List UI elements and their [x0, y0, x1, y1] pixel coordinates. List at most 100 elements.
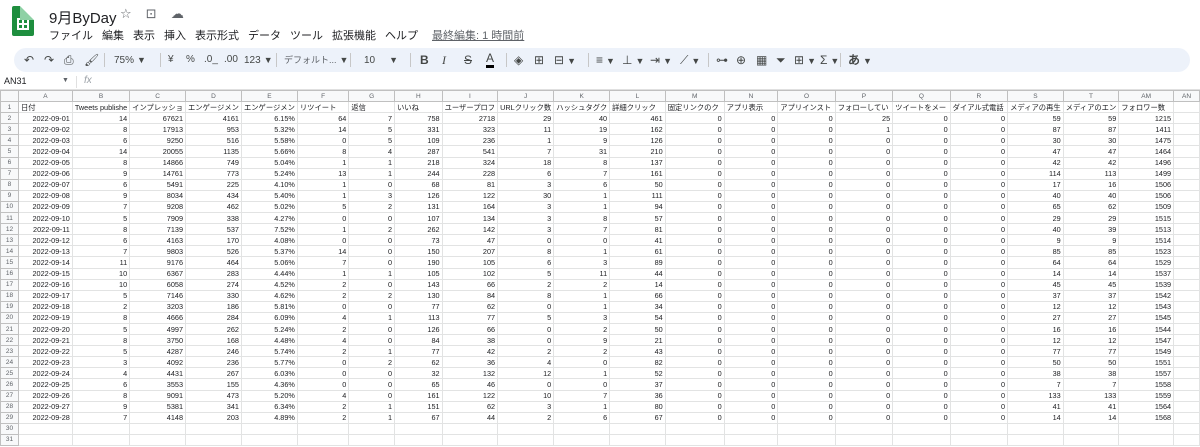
- table-cell[interactable]: 0: [834, 234, 894, 247]
- table-cell[interactable]: 0: [949, 200, 1009, 214]
- table-cell[interactable]: 0: [949, 278, 1009, 291]
- table-cell[interactable]: 0: [949, 189, 1009, 202]
- column-header-M[interactable]: M: [664, 90, 725, 103]
- table-cell[interactable]: 9091: [129, 389, 187, 402]
- italic-button[interactable]: I: [442, 52, 446, 68]
- table-cell[interactable]: 0: [892, 234, 951, 247]
- table-cell[interactable]: [1173, 289, 1200, 302]
- table-cell[interactable]: [1062, 422, 1120, 435]
- table-cell[interactable]: 228: [441, 167, 499, 180]
- table-cell[interactable]: 4.62%: [240, 289, 298, 302]
- table-cell[interactable]: 25: [834, 112, 894, 125]
- table-cell[interactable]: 65: [394, 378, 443, 391]
- table-cell[interactable]: 0: [834, 189, 894, 202]
- row-header[interactable]: 18: [0, 289, 19, 302]
- table-cell[interactable]: 3750: [129, 334, 187, 347]
- row-header[interactable]: 26: [0, 378, 19, 391]
- header-cell[interactable]: リツイート: [296, 101, 350, 114]
- table-cell[interactable]: 0: [777, 334, 836, 347]
- table-cell[interactable]: [1118, 433, 1175, 447]
- table-cell[interactable]: 4431: [129, 367, 187, 380]
- table-cell[interactable]: 1: [296, 189, 350, 202]
- column-header-L[interactable]: L: [609, 90, 666, 103]
- table-cell[interactable]: 541: [441, 145, 499, 158]
- table-cell[interactable]: 9803: [129, 245, 187, 258]
- insert-link-icon[interactable]: ⊶: [716, 52, 728, 68]
- table-cell[interactable]: [1173, 145, 1200, 158]
- header-cell[interactable]: 返信: [348, 101, 395, 114]
- table-cell[interactable]: 0: [664, 223, 725, 236]
- table-cell[interactable]: 36: [441, 356, 499, 369]
- table-cell[interactable]: 5.06%: [240, 256, 298, 269]
- column-header-C[interactable]: C: [129, 90, 187, 103]
- table-cell[interactable]: 2022-09-27: [17, 400, 73, 413]
- table-cell[interactable]: 29: [497, 112, 555, 125]
- table-cell[interactable]: 464: [185, 256, 242, 269]
- table-cell[interactable]: 14761: [129, 167, 187, 180]
- table-cell[interactable]: 109: [394, 134, 443, 147]
- table-cell[interactable]: 1551: [1118, 356, 1175, 369]
- table-cell[interactable]: 62: [1062, 200, 1120, 214]
- row-header[interactable]: 11: [0, 212, 19, 225]
- table-cell[interactable]: 0: [777, 389, 836, 402]
- table-cell[interactable]: [1173, 322, 1200, 336]
- table-cell[interactable]: 0: [777, 278, 836, 291]
- table-cell[interactable]: 12: [1007, 300, 1064, 313]
- table-cell[interactable]: 151: [394, 400, 443, 413]
- table-cell[interactable]: 84: [441, 289, 499, 302]
- table-cell[interactable]: 32: [394, 367, 443, 380]
- table-cell[interactable]: [17, 422, 73, 435]
- table-cell[interactable]: [1173, 134, 1200, 147]
- table-cell[interactable]: 14: [1062, 267, 1120, 280]
- table-cell[interactable]: 1: [553, 200, 611, 214]
- table-cell[interactable]: 0: [348, 367, 395, 380]
- table-cell[interactable]: 5.24%: [240, 167, 298, 180]
- table-cell[interactable]: 0: [664, 245, 725, 258]
- table-cell[interactable]: 66: [609, 289, 666, 302]
- insert-comment-icon[interactable]: ⊕: [736, 52, 746, 68]
- table-cell[interactable]: 89: [609, 256, 666, 269]
- table-cell[interactable]: 0: [664, 389, 725, 402]
- header-cell[interactable]: 詳細クリック: [609, 101, 666, 114]
- menu-item-5[interactable]: データ: [248, 27, 281, 43]
- table-cell[interactable]: 0: [348, 278, 395, 291]
- table-cell[interactable]: 2022-09-13: [17, 245, 73, 258]
- table-cell[interactable]: 1: [348, 400, 395, 413]
- increase-decimal-button[interactable]: .00: [224, 52, 238, 68]
- table-cell[interactable]: [1173, 278, 1200, 291]
- table-cell[interactable]: 34: [609, 300, 666, 313]
- table-cell[interactable]: 0: [664, 311, 725, 324]
- menu-item-4[interactable]: 表示形式: [195, 27, 239, 43]
- table-cell[interactable]: 6: [553, 178, 611, 191]
- table-cell[interactable]: 9: [1007, 234, 1064, 247]
- table-cell[interactable]: 207: [441, 245, 499, 258]
- table-cell[interactable]: 0: [664, 123, 725, 136]
- table-cell[interactable]: 0: [723, 267, 779, 280]
- table-cell[interactable]: 0: [949, 267, 1009, 280]
- table-cell[interactable]: 16: [1062, 322, 1120, 336]
- column-header-E[interactable]: E: [240, 90, 298, 103]
- table-cell[interactable]: [609, 422, 666, 435]
- table-cell[interactable]: 331: [394, 123, 443, 136]
- table-cell[interactable]: 4.89%: [240, 411, 298, 424]
- table-cell[interactable]: 38: [1062, 367, 1120, 380]
- column-header-O[interactable]: O: [777, 90, 836, 103]
- table-cell[interactable]: 0: [892, 267, 951, 280]
- table-cell[interactable]: 1464: [1118, 145, 1175, 158]
- table-cell[interactable]: 6.09%: [240, 311, 298, 324]
- table-cell[interactable]: 0: [664, 145, 725, 158]
- table-cell[interactable]: 0: [296, 367, 350, 380]
- table-cell[interactable]: 0: [892, 389, 951, 402]
- table-cell[interactable]: 77: [441, 311, 499, 324]
- table-cell[interactable]: 236: [185, 356, 242, 369]
- table-cell[interactable]: 3: [497, 223, 555, 236]
- table-cell[interactable]: 113: [394, 311, 443, 324]
- table-cell[interactable]: 67621: [129, 112, 187, 125]
- table-cell[interactable]: [777, 433, 836, 447]
- row-header[interactable]: 21: [0, 322, 19, 336]
- table-cell[interactable]: 473: [185, 389, 242, 402]
- print-icon[interactable]: ⎙: [64, 52, 74, 68]
- table-cell[interactable]: 0: [949, 311, 1009, 324]
- table-cell[interactable]: 0: [892, 289, 951, 302]
- table-cell[interactable]: 7: [296, 256, 350, 269]
